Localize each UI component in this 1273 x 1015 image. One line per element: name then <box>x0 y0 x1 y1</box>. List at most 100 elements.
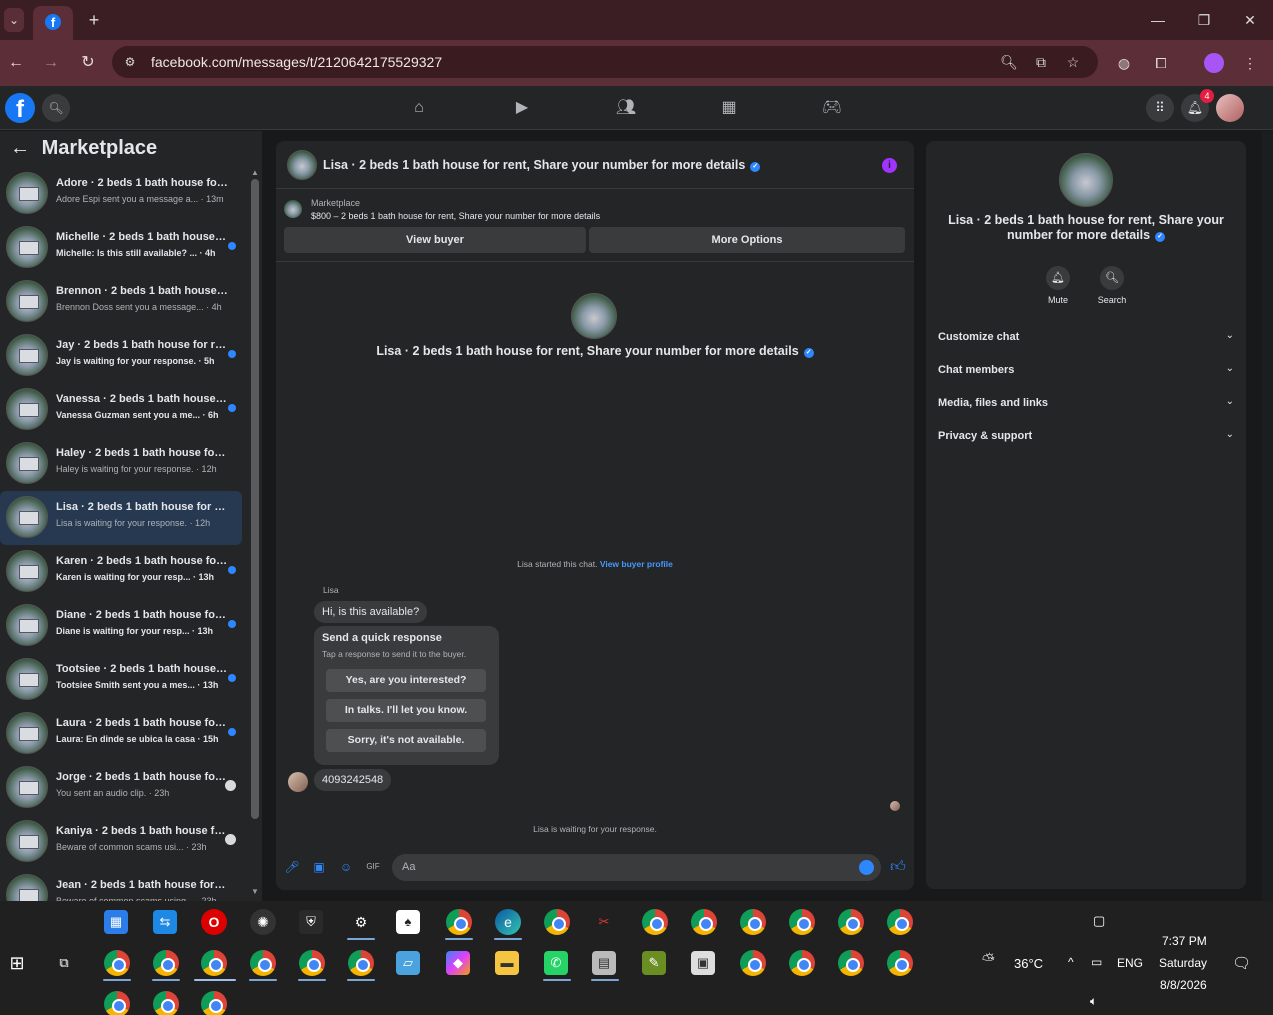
gif-icon[interactable]: GIF <box>365 859 381 875</box>
info-icon[interactable]: i <box>882 158 897 173</box>
chrome-profile-icon[interactable] <box>887 950 913 976</box>
chrome-profile-icon[interactable] <box>299 950 325 976</box>
sender-avatar[interactable] <box>288 772 308 792</box>
conversation-item[interactable]: Laura · 2 beds 1 bath house for rent, Sh… <box>0 707 242 761</box>
chrome-profile-icon[interactable] <box>740 909 766 935</box>
chrome-profile-icon[interactable] <box>789 950 815 976</box>
opera-icon[interactable]: O <box>201 909 227 935</box>
conversation-item[interactable]: Jorge · 2 beds 1 bath house for rent, Sh… <box>0 761 242 815</box>
security-shield-icon[interactable]: ⛨ <box>299 910 323 934</box>
close-window-button[interactable]: ✕ <box>1240 10 1260 30</box>
file-explorer-icon[interactable]: ▬ <box>495 951 519 975</box>
quick-response-yes-button[interactable]: Yes, are you interested? <box>326 669 486 692</box>
more-options-button[interactable]: More Options <box>589 227 905 253</box>
conversation-item[interactable]: Michelle · 2 beds 1 bath house for rent,… <box>0 221 242 275</box>
notepad-icon[interactable]: ✎ <box>642 951 666 975</box>
sidebar-scrollbar[interactable] <box>251 179 259 819</box>
chrome-profile-icon[interactable] <box>201 991 227 1015</box>
task-view-icon[interactable]: ⧉ <box>52 951 76 975</box>
view-buyer-button[interactable]: View buyer <box>284 227 586 253</box>
chrome-profile-icon[interactable] <box>104 950 130 976</box>
url-text[interactable]: facebook.com/messages/t/2120642175529327 <box>151 54 442 70</box>
scroll-down-icon[interactable]: ▼ <box>251 887 259 897</box>
emoji-icon[interactable] <box>859 860 874 875</box>
sticker-icon[interactable]: ☺ <box>338 859 354 875</box>
solitaire-icon[interactable]: ♠ <box>396 910 420 934</box>
account-avatar[interactable] <box>1216 94 1244 122</box>
listing-description[interactable]: $800 – 2 beds 1 bath house for rent, Sha… <box>311 211 600 221</box>
browser-menu-icon[interactable]: ⋮ <box>1240 53 1260 73</box>
reload-icon[interactable]: ↻ <box>78 53 98 73</box>
globe-extension-icon[interactable]: ◍ <box>1114 53 1134 73</box>
privacy-support-row[interactable]: Privacy & support ⌄ <box>938 427 1234 447</box>
show-desktop-icon[interactable]: ▢ <box>1093 913 1105 929</box>
incoming-message[interactable]: Hi, is this available? <box>314 601 428 623</box>
customize-chat-row[interactable]: Customize chat ⌄ <box>938 328 1234 348</box>
chrome-profile-icon[interactable] <box>691 909 717 935</box>
page-scrollbar[interactable] <box>1262 131 1273 901</box>
conversation-item[interactable]: Karen · 2 beds 1 bath house for rent, Sh… <box>0 545 242 599</box>
conversation-item[interactable]: Haley · 2 beds 1 bath house for rent, Sh… <box>0 437 242 491</box>
forward-arrow-icon[interactable]: → <box>41 53 61 73</box>
home-icon[interactable]: ⌂ <box>407 96 431 120</box>
clock-time[interactable]: 7:37 PM <box>1162 934 1207 948</box>
scroll-up-icon[interactable]: ▲ <box>251 168 259 178</box>
zoom-icon[interactable]: 🔍︎ <box>1000 53 1018 71</box>
chrome-profile-icon[interactable] <box>789 909 815 935</box>
facebook-search-icon[interactable]: 🔍︎ <box>42 94 70 122</box>
chat-listing-thumbnail[interactable] <box>287 150 317 180</box>
chrome-profile-icon[interactable] <box>201 950 227 976</box>
search-button[interactable]: 🔍︎ Search <box>1087 266 1137 305</box>
address-bar[interactable]: ⚙ facebook.com/messages/t/21206421755293… <box>112 46 1098 78</box>
conversation-item[interactable]: Lisa · 2 beds 1 bath house for rent, Sha… <box>0 491 242 545</box>
site-info-icon[interactable]: ⚙ <box>122 54 138 70</box>
marketplace-icon[interactable]: ▦ <box>717 96 741 120</box>
tab-search-chevron-icon[interactable]: ⌄ <box>4 8 24 32</box>
chrome-profile-icon[interactable] <box>104 991 130 1015</box>
quick-response-sorry-button[interactable]: Sorry, it's not available. <box>326 729 486 752</box>
weather-icon[interactable]: ⛅︎ <box>982 952 995 970</box>
tray-chevron-up-icon[interactable]: ^ <box>1068 955 1074 969</box>
chrome-profile-icon[interactable] <box>887 909 913 935</box>
facebook-logo-icon[interactable]: f <box>5 93 35 123</box>
gaming-icon[interactable]: 🎮︎ <box>820 96 844 120</box>
back-arrow-icon[interactable]: ← <box>6 53 26 73</box>
volume-icon[interactable]: 🔈︎ <box>1090 994 1097 1009</box>
media-files-links-row[interactable]: Media, files and links ⌄ <box>938 394 1234 414</box>
message-input[interactable]: Aa <box>392 854 881 881</box>
back-arrow-icon[interactable]: ← <box>10 137 30 159</box>
conversation-item[interactable]: Vanessa · 2 beds 1 bath house for rent, … <box>0 383 242 437</box>
chrome-icon[interactable] <box>446 909 472 935</box>
remote-app-icon[interactable]: ⇆ <box>153 910 177 934</box>
quick-response-talks-button[interactable]: In talks. I'll let you know. <box>326 699 486 722</box>
chrome-profile-icon[interactable] <box>740 950 766 976</box>
view-buyer-profile-link[interactable]: View buyer profile <box>600 559 673 569</box>
language-indicator[interactable]: ENG <box>1117 956 1143 970</box>
clock-date[interactable]: 8/8/2026 <box>1160 978 1207 992</box>
store-icon[interactable]: ▦ <box>104 910 128 934</box>
weather-temp[interactable]: 36°C <box>1014 956 1043 971</box>
thumbs-up-icon[interactable]: 👍︎ <box>889 858 907 876</box>
extensions-puzzle-icon[interactable]: ⧠ <box>1151 53 1171 73</box>
snipping-tool-icon[interactable]: ✂ <box>592 910 616 934</box>
network-icon[interactable]: ▭ <box>1091 955 1102 969</box>
notification-center-icon[interactable]: 🗨︎ <box>1232 954 1251 972</box>
browser-tab-facebook[interactable]: f <box>33 6 73 40</box>
photo-icon[interactable]: ▣ <box>311 859 327 875</box>
install-app-icon[interactable]: ⧉ <box>1032 53 1050 71</box>
conversation-item[interactable]: Tootsiee · 2 beds 1 bath house for rent,… <box>0 653 242 707</box>
chat-members-row[interactable]: Chat members ⌄ <box>938 361 1234 381</box>
microphone-icon[interactable]: 🎤︎ <box>284 859 300 875</box>
new-tab-button[interactable]: + <box>84 8 104 32</box>
chrome-profile-icon[interactable] <box>153 991 179 1015</box>
chrome-profile-icon[interactable] <box>642 909 668 935</box>
network-app-icon[interactable]: ▤ <box>592 951 616 975</box>
conversation-item[interactable]: Brennon · 2 beds 1 bath house for rent, … <box>0 275 242 329</box>
chrome-profile-icon[interactable] <box>348 950 374 976</box>
settings-gear-icon[interactable]: ⚙ <box>348 909 374 935</box>
chrome-profile-icon[interactable] <box>838 950 864 976</box>
chrome-profile-icon[interactable] <box>250 950 276 976</box>
screenshot-app-icon[interactable]: ▣ <box>691 951 715 975</box>
profile-avatar-icon[interactable] <box>1204 53 1224 73</box>
copilot-icon[interactable]: ◆ <box>446 951 470 975</box>
